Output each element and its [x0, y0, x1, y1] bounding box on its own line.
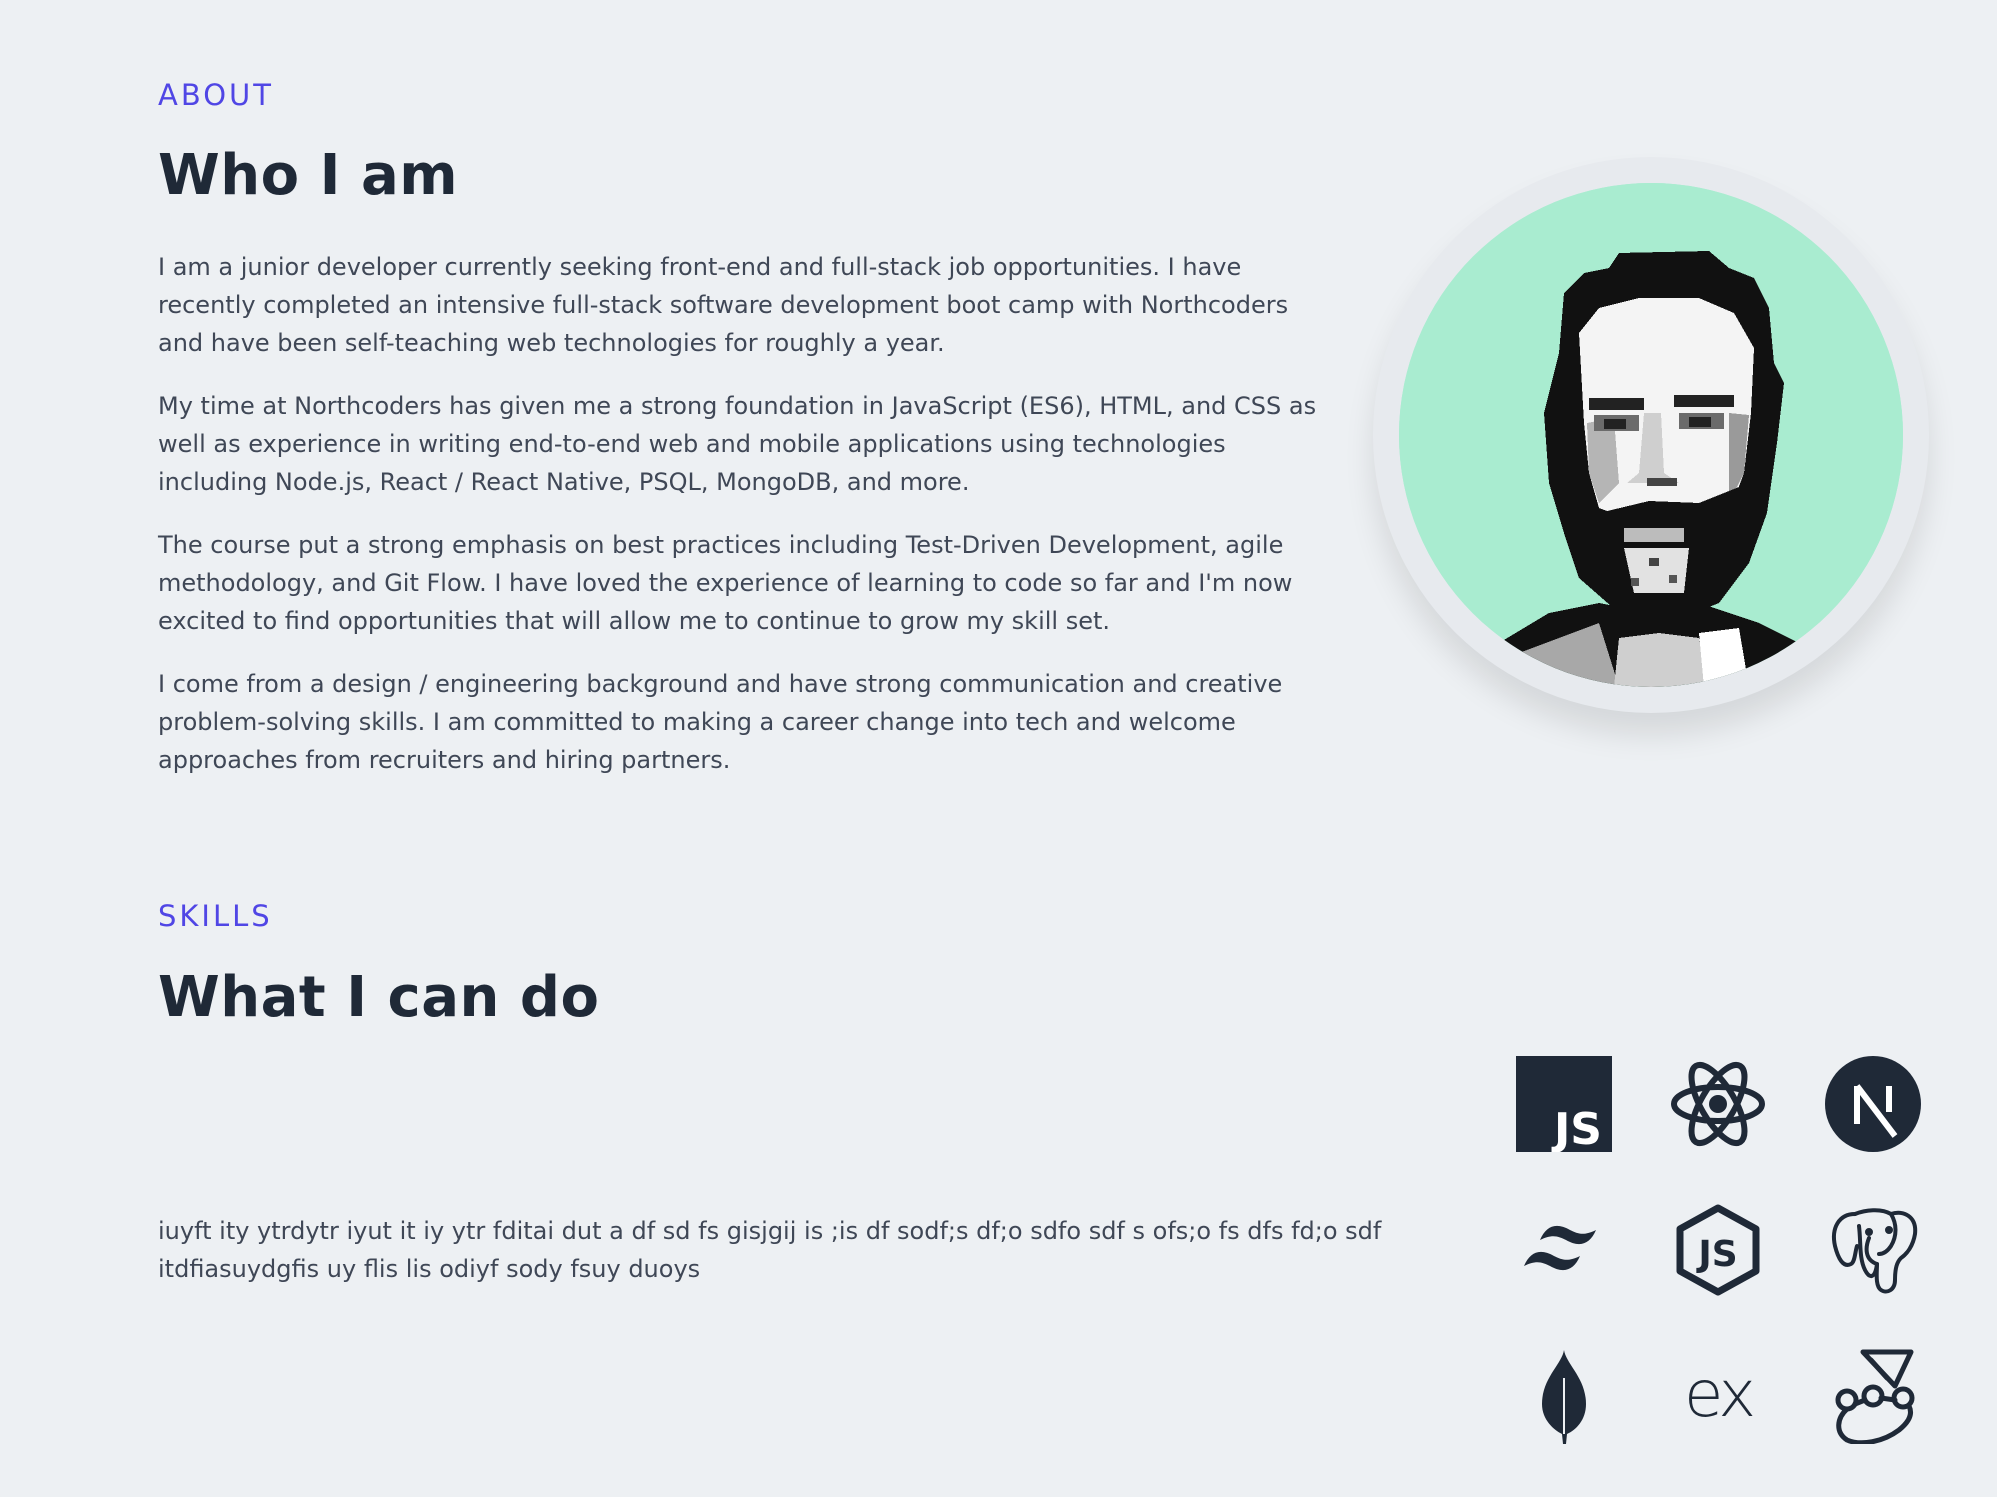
nextjs-icon — [1825, 1056, 1921, 1152]
svg-text:JS: JS — [1695, 1234, 1737, 1275]
mongodb-icon — [1516, 1348, 1612, 1444]
about-paragraph: I am a junior developer currently seekin… — [158, 253, 1289, 357]
nodejs-icon: JS — [1670, 1202, 1766, 1298]
avatar-image — [1399, 183, 1903, 687]
skills-section-label: SKILLS — [158, 899, 273, 933]
postgresql-icon — [1825, 1202, 1921, 1298]
about-text: I am a junior developer currently seekin… — [158, 248, 1338, 804]
skills-description: iuyft ity ytrdytr iyut it iy ytr fditai … — [158, 1217, 1382, 1283]
about-heading: Who I am — [158, 143, 459, 208]
avatar — [1373, 157, 1929, 713]
skills-heading: What I can do — [158, 965, 600, 1030]
pixel-portrait-icon — [1399, 183, 1903, 687]
svg-text:JS: JS — [1551, 1104, 1602, 1152]
about-section-label: ABOUT — [158, 78, 274, 112]
tailwind-icon — [1516, 1202, 1612, 1298]
svg-text:ex: ex — [1684, 1358, 1753, 1432]
about-paragraph: I come from a design / engineering backg… — [158, 670, 1283, 774]
jest-icon — [1825, 1348, 1921, 1444]
express-icon: ex — [1670, 1348, 1766, 1444]
about-paragraph: My time at Northcoders has given me a st… — [158, 392, 1317, 496]
about-paragraph: The course put a strong emphasis on best… — [158, 531, 1293, 635]
react-icon — [1670, 1056, 1766, 1152]
javascript-icon: JS — [1516, 1056, 1612, 1152]
